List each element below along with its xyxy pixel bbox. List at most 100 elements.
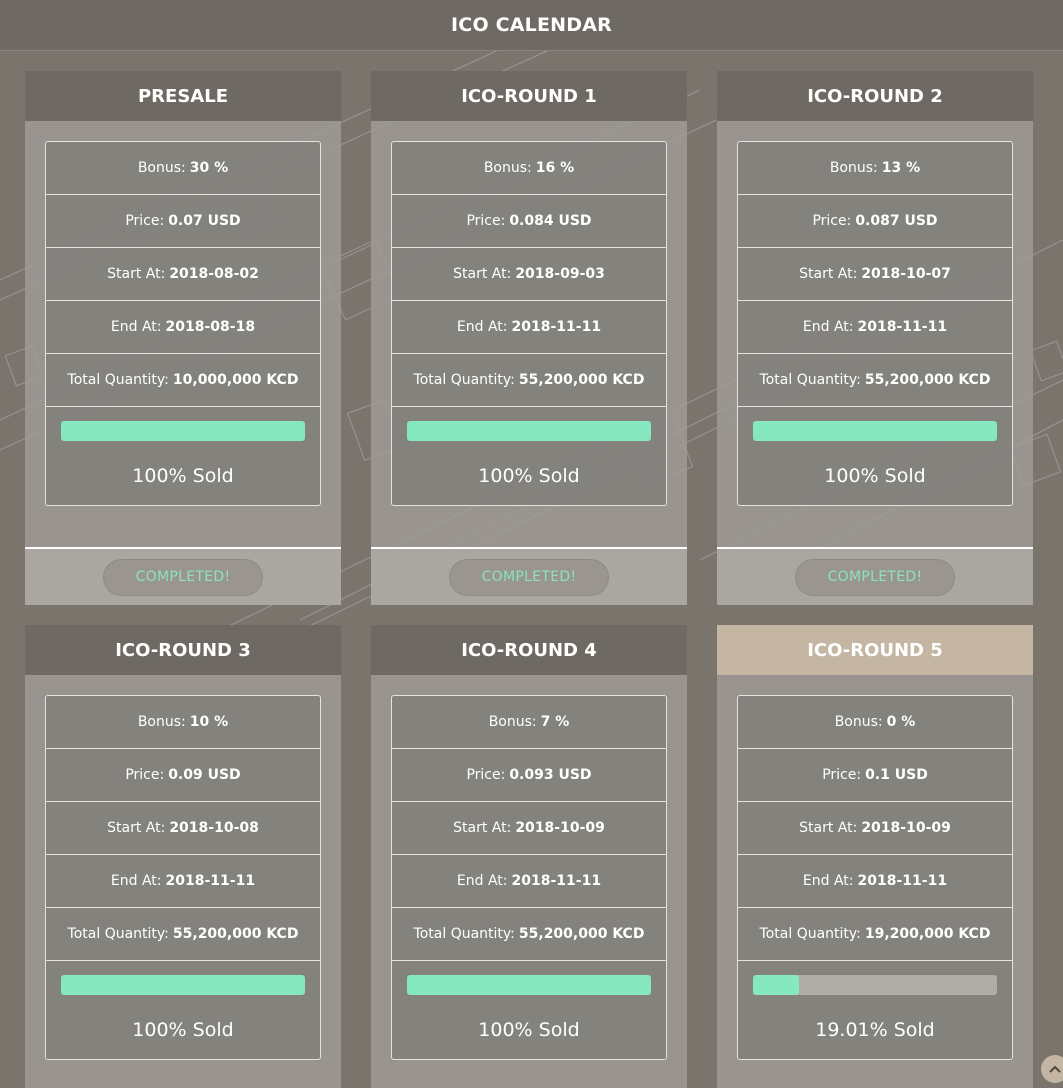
scroll-to-top-button[interactable]	[1041, 1055, 1063, 1083]
start-value: 2018-08-02	[169, 266, 259, 282]
bonus-row: Bonus: 10 %	[46, 696, 320, 749]
ico-card-round-5: ICO-ROUND 5 Bonus: 0 % Price: 0.1 USD Star…	[717, 625, 1033, 1088]
card-title: ICO-ROUND 1	[371, 71, 687, 121]
quantity-value: 19,200,000 KCD	[864, 926, 991, 942]
start-label: Start At:	[107, 820, 166, 836]
card-title: ICO-ROUND 3	[25, 625, 341, 675]
bonus-row: Bonus: 7 %	[392, 696, 666, 749]
sold-percentage: 100% Sold	[132, 1019, 234, 1041]
bonus-value: 7 %	[540, 714, 570, 730]
end-row: End At: 2018-11-11	[392, 301, 666, 354]
price-label: Price:	[466, 767, 506, 783]
start-label: Start At:	[453, 820, 512, 836]
end-value: 2018-08-18	[165, 319, 256, 335]
completed-button[interactable]: COMPLETED!	[449, 558, 609, 596]
start-row: Start At: 2018-10-07	[738, 248, 1012, 301]
price-value: 0.087 USD	[855, 213, 938, 229]
end-label: End At:	[802, 319, 854, 335]
start-row: Start At: 2018-09-03	[392, 248, 666, 301]
sold-percentage: 100% Sold	[478, 1019, 580, 1041]
bonus-label: Bonus:	[488, 714, 537, 730]
start-row: Start At: 2018-08-02	[46, 248, 320, 301]
end-value: 2018-11-11	[857, 319, 948, 335]
bonus-label: Bonus:	[829, 160, 878, 176]
quantity-label: Total Quantity:	[413, 372, 515, 388]
bonus-label: Bonus:	[483, 160, 532, 176]
card-details: Bonus: 16 % Price: 0.084 USD Start At: 2018…	[391, 141, 667, 506]
ico-card-round-1: ICO-ROUND 1 Bonus: 16 % Price: 0.084 USD S…	[371, 71, 687, 605]
card-title-text: ICO-ROUND 4	[461, 639, 597, 661]
card-title-text: ICO-ROUND 3	[115, 639, 251, 661]
completed-button[interactable]: COMPLETED!	[103, 558, 263, 596]
sold-percentage: 100% Sold	[478, 465, 580, 487]
quantity-label: Total Quantity:	[759, 372, 861, 388]
completed-button[interactable]: COMPLETED!	[795, 558, 955, 596]
start-value: 2018-10-09	[861, 820, 951, 836]
quantity-label: Total Quantity:	[67, 926, 169, 942]
end-row: End At: 2018-11-11	[738, 855, 1012, 908]
start-label: Start At:	[799, 820, 858, 836]
progress-area: 100% Sold	[392, 407, 666, 506]
bonus-label: Bonus:	[137, 160, 186, 176]
card-footer: COMPLETED!	[25, 547, 341, 605]
bonus-row: Bonus: 30 %	[46, 142, 320, 195]
progress-bar	[753, 421, 997, 441]
progress-area: 100% Sold	[46, 961, 320, 1060]
end-value: 2018-11-11	[165, 873, 256, 889]
progress-area: 100% Sold	[46, 407, 320, 506]
start-row: Start At: 2018-10-09	[738, 802, 1012, 855]
price-label: Price:	[466, 213, 506, 229]
bonus-row: Bonus: 13 %	[738, 142, 1012, 195]
quantity-row: Total Quantity: 55,200,000 KCD	[738, 354, 1012, 407]
card-details: Bonus: 0 % Price: 0.1 USD Start At: 2018-10…	[737, 695, 1013, 1060]
price-label: Price:	[812, 213, 852, 229]
card-footer: COMPLETED!	[717, 547, 1033, 605]
start-value: 2018-10-07	[861, 266, 951, 282]
card-title-text: ICO-ROUND 5	[807, 639, 943, 661]
price-value: 0.093 USD	[509, 767, 592, 783]
end-value: 2018-11-11	[511, 873, 602, 889]
end-row: End At: 2018-11-11	[392, 855, 666, 908]
progress-area: 100% Sold	[738, 407, 1012, 506]
ico-card-round-3: ICO-ROUND 3 Bonus: 10 % Price: 0.09 USD St…	[25, 625, 341, 1088]
ico-rounds-grid: PRESALE Bonus: 30 % Price: 0.07 USD Start …	[25, 71, 1033, 1088]
card-title-active: ICO-ROUND 5	[717, 625, 1033, 675]
end-label: End At:	[110, 319, 162, 335]
bonus-value: 13 %	[881, 160, 921, 176]
card-title-text: PRESALE	[137, 85, 228, 107]
ico-card-round-2: ICO-ROUND 2 Bonus: 13 % Price: 0.087 USD S…	[717, 71, 1033, 605]
price-value: 0.084 USD	[509, 213, 592, 229]
page-title: ICO CALENDAR	[0, 0, 1063, 51]
end-row: End At: 2018-11-11	[738, 301, 1012, 354]
price-row: Price: 0.1 USD	[738, 749, 1012, 802]
quantity-value: 10,000,000 KCD	[172, 372, 299, 388]
card-details: Bonus: 7 % Price: 0.093 USD Start At: 2018-…	[391, 695, 667, 1060]
quantity-label: Total Quantity:	[67, 372, 169, 388]
progress-area: 100% Sold	[392, 961, 666, 1060]
price-row: Price: 0.093 USD	[392, 749, 666, 802]
progress-bar	[407, 975, 651, 995]
quantity-value: 55,200,000 KCD	[518, 372, 645, 388]
card-footer: COMPLETED!	[371, 547, 687, 605]
progress-fill	[61, 975, 305, 995]
sold-percentage: 19.01% Sold	[815, 1019, 935, 1041]
start-label: Start At:	[799, 266, 858, 282]
price-value: 0.09 USD	[168, 767, 241, 783]
end-value: 2018-11-11	[511, 319, 602, 335]
quantity-value: 55,200,000 KCD	[864, 372, 991, 388]
quantity-row: Total Quantity: 10,000,000 KCD	[46, 354, 320, 407]
card-title-text: ICO-ROUND 2	[807, 85, 943, 107]
start-row: Start At: 2018-10-09	[392, 802, 666, 855]
progress-bar	[61, 975, 305, 995]
quantity-label: Total Quantity:	[759, 926, 861, 942]
bonus-value: 0 %	[886, 714, 916, 730]
end-label: End At:	[110, 873, 162, 889]
end-row: End At: 2018-08-18	[46, 301, 320, 354]
price-label: Price:	[125, 213, 165, 229]
progress-fill	[61, 421, 305, 441]
bonus-value: 16 %	[535, 160, 575, 176]
quantity-row: Total Quantity: 19,200,000 KCD	[738, 908, 1012, 961]
card-details: Bonus: 30 % Price: 0.07 USD Start At: 2018-…	[45, 141, 321, 506]
bonus-label: Bonus:	[137, 714, 186, 730]
chevron-up-icon	[1049, 1065, 1061, 1073]
